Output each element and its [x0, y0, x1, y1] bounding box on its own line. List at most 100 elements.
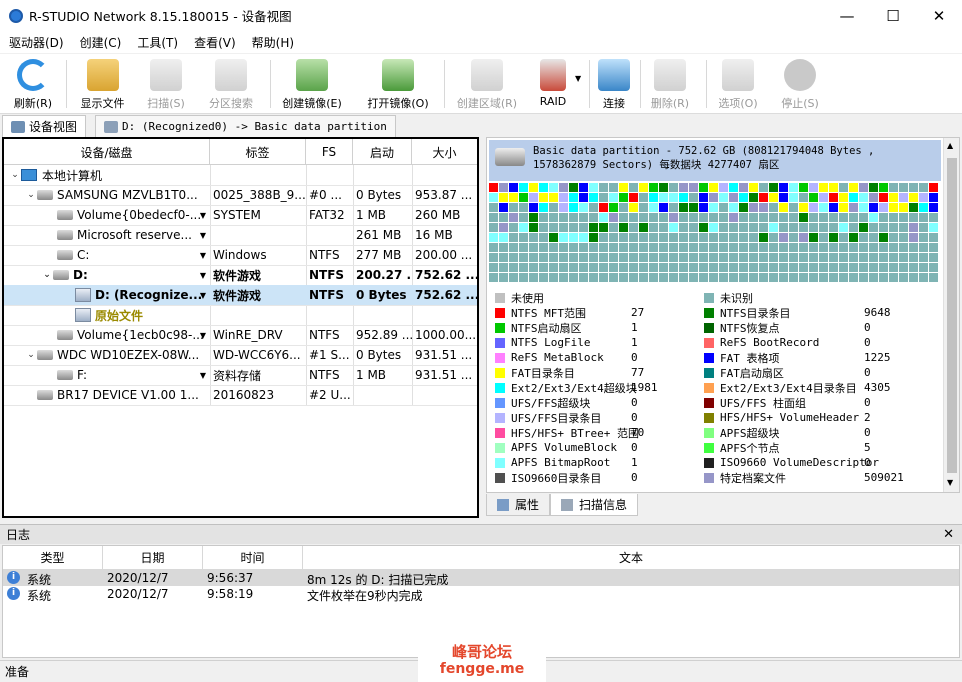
- tab-scan-info[interactable]: 扫描信息: [550, 494, 639, 516]
- map-block[interactable]: [799, 193, 808, 202]
- map-block[interactable]: [859, 233, 868, 242]
- map-block[interactable]: [599, 273, 608, 282]
- scroll-up-icon[interactable]: ▲: [947, 141, 953, 150]
- map-block[interactable]: [589, 253, 598, 262]
- map-block[interactable]: [529, 193, 538, 202]
- map-block[interactable]: [759, 203, 768, 212]
- partition-search-button[interactable]: 分区搜索: [200, 57, 262, 113]
- map-block[interactable]: [599, 183, 608, 192]
- map-block[interactable]: [709, 213, 718, 222]
- map-block[interactable]: [619, 273, 628, 282]
- map-block[interactable]: [729, 223, 738, 232]
- map-block[interactable]: [789, 233, 798, 242]
- map-block[interactable]: [809, 263, 818, 272]
- map-block[interactable]: [499, 203, 508, 212]
- map-block[interactable]: [619, 243, 628, 252]
- map-block[interactable]: [929, 183, 938, 192]
- map-block[interactable]: [649, 253, 658, 262]
- map-block[interactable]: [499, 183, 508, 192]
- map-block[interactable]: [649, 213, 658, 222]
- map-block[interactable]: [669, 183, 678, 192]
- options-button[interactable]: 选项(O): [714, 57, 762, 113]
- map-block[interactable]: [819, 193, 828, 202]
- map-block[interactable]: [809, 193, 818, 202]
- map-block[interactable]: [719, 213, 728, 222]
- log-close-icon[interactable]: ✕: [943, 527, 954, 542]
- map-block[interactable]: [589, 263, 598, 272]
- map-block[interactable]: [859, 213, 868, 222]
- map-block[interactable]: [649, 233, 658, 242]
- map-block[interactable]: [919, 193, 928, 202]
- map-block[interactable]: [489, 233, 498, 242]
- map-block[interactable]: [529, 233, 538, 242]
- map-block[interactable]: [619, 183, 628, 192]
- map-block[interactable]: [559, 263, 568, 272]
- map-block[interactable]: [849, 213, 858, 222]
- tree-row[interactable]: ⌄ SAMSUNG MZVLB1T0... 0025_388B_9... #0 ...…: [4, 185, 477, 205]
- map-block[interactable]: [499, 193, 508, 202]
- scroll-thumb[interactable]: [947, 158, 957, 473]
- map-block[interactable]: [519, 203, 528, 212]
- map-block[interactable]: [519, 213, 528, 222]
- map-block[interactable]: [519, 273, 528, 282]
- map-block[interactable]: [599, 213, 608, 222]
- map-block[interactable]: [759, 243, 768, 252]
- map-block[interactable]: [679, 253, 688, 262]
- expand-chevron-icon[interactable]: ⌄: [25, 350, 37, 360]
- map-block[interactable]: [779, 253, 788, 262]
- map-block[interactable]: [589, 233, 598, 242]
- map-block[interactable]: [859, 273, 868, 282]
- map-block[interactable]: [569, 183, 578, 192]
- map-block[interactable]: [909, 273, 918, 282]
- map-block[interactable]: [579, 213, 588, 222]
- map-block[interactable]: [499, 223, 508, 232]
- map-block[interactable]: [719, 273, 728, 282]
- tree-row[interactable]: C: ▼ Windows NTFS 277 MB 200.00 ...: [4, 245, 477, 265]
- map-block[interactable]: [569, 233, 578, 242]
- map-block[interactable]: [499, 253, 508, 262]
- tree-row[interactable]: BR17 DEVICE V1.00 1... 20160823 #2 U...: [4, 385, 477, 405]
- map-block[interactable]: [899, 243, 908, 252]
- map-block[interactable]: [869, 203, 878, 212]
- map-block[interactable]: [639, 203, 648, 212]
- map-block[interactable]: [829, 253, 838, 262]
- map-block[interactable]: [929, 253, 938, 262]
- map-block[interactable]: [849, 273, 858, 282]
- map-block[interactable]: [659, 243, 668, 252]
- log-col-type[interactable]: 类型: [3, 546, 103, 570]
- map-block[interactable]: [839, 203, 848, 212]
- map-block[interactable]: [659, 223, 668, 232]
- menu-help[interactable]: 帮助(H): [247, 34, 299, 51]
- map-block[interactable]: [509, 253, 518, 262]
- map-block[interactable]: [689, 223, 698, 232]
- log-col-date[interactable]: 日期: [103, 546, 203, 570]
- map-block[interactable]: [559, 183, 568, 192]
- menu-create[interactable]: 创建(C): [75, 34, 127, 51]
- map-block[interactable]: [819, 203, 828, 212]
- map-block[interactable]: [729, 263, 738, 272]
- map-block[interactable]: [819, 273, 828, 282]
- map-block[interactable]: [909, 233, 918, 242]
- map-block[interactable]: [809, 203, 818, 212]
- map-block[interactable]: [829, 243, 838, 252]
- map-block[interactable]: [689, 263, 698, 272]
- map-block[interactable]: [869, 223, 878, 232]
- map-block[interactable]: [519, 223, 528, 232]
- map-block[interactable]: [539, 273, 548, 282]
- map-block[interactable]: [669, 243, 678, 252]
- map-block[interactable]: [599, 223, 608, 232]
- map-block[interactable]: [649, 273, 658, 282]
- map-block[interactable]: [819, 233, 828, 242]
- map-block[interactable]: [779, 273, 788, 282]
- map-block[interactable]: [549, 203, 558, 212]
- map-block[interactable]: [649, 183, 658, 192]
- map-block[interactable]: [849, 223, 858, 232]
- map-block[interactable]: [489, 253, 498, 262]
- map-block[interactable]: [739, 253, 748, 262]
- map-block[interactable]: [919, 243, 928, 252]
- map-block[interactable]: [749, 273, 758, 282]
- map-block[interactable]: [539, 183, 548, 192]
- map-block[interactable]: [539, 233, 548, 242]
- map-block[interactable]: [869, 243, 878, 252]
- raid-button[interactable]: RAID: [536, 57, 570, 113]
